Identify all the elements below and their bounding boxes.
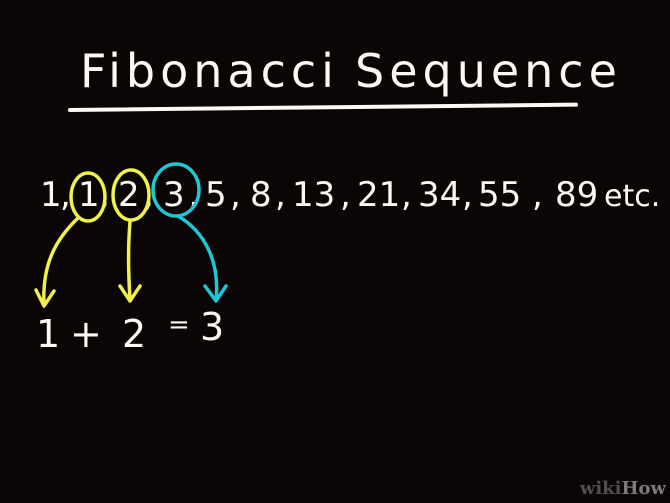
arrow-shaft-1 bbox=[42, 216, 80, 307]
equation-plus: + bbox=[70, 312, 102, 356]
sequence-comma-3: , bbox=[143, 175, 154, 215]
title-fibonacci: Fibonacci bbox=[80, 44, 339, 98]
sequence-term-4: 3 bbox=[163, 175, 185, 215]
equation-equals: = bbox=[168, 310, 190, 340]
equation-left: 1 bbox=[36, 312, 61, 356]
sequence-comma-6: , bbox=[275, 175, 286, 215]
sequence-comma-1: , bbox=[60, 175, 71, 215]
sequence-term-1: 1 bbox=[40, 175, 62, 215]
sequence-comma-7: , bbox=[340, 175, 351, 215]
sequence-comma-10: , bbox=[532, 175, 543, 215]
equation-result: 3 bbox=[200, 305, 225, 349]
arrow-head-3 bbox=[203, 284, 228, 303]
arrow-head-2 bbox=[118, 284, 142, 303]
sequence-term-2: 1 bbox=[78, 175, 100, 215]
arrow-shaft-3 bbox=[176, 214, 219, 302]
sequence-term-6: 8 bbox=[250, 175, 272, 215]
sequence-etc: etc. bbox=[604, 179, 661, 214]
sequence-term-7: 13 bbox=[292, 175, 336, 215]
sequence-term-11: 89 bbox=[555, 175, 599, 215]
chalkboard: Fibonacci Sequence 1 , 1 , 2 , 3 , 5 , 8… bbox=[0, 0, 670, 503]
sequence-comma-5: , bbox=[230, 175, 241, 215]
sequence-term-5: 5 bbox=[205, 175, 227, 215]
sequence-term-10: 55 bbox=[478, 175, 522, 215]
sequence-term-3: 2 bbox=[118, 175, 140, 215]
sequence-comma-8: , bbox=[401, 175, 412, 215]
arrow-shaft-2 bbox=[126, 220, 132, 302]
sequence-comma-4: , bbox=[188, 175, 199, 215]
sequence-term-9: 34 bbox=[418, 175, 462, 215]
wikihow-watermark: wiki How bbox=[579, 478, 666, 499]
sequence-term-8: 21 bbox=[357, 175, 401, 215]
title-underline bbox=[67, 102, 578, 112]
sequence-comma-9: , bbox=[462, 175, 473, 215]
arrow-head-1 bbox=[34, 288, 56, 308]
equation-right: 2 bbox=[122, 312, 147, 356]
sequence-comma-2: , bbox=[99, 175, 110, 215]
title-sequence: Sequence bbox=[355, 44, 622, 98]
